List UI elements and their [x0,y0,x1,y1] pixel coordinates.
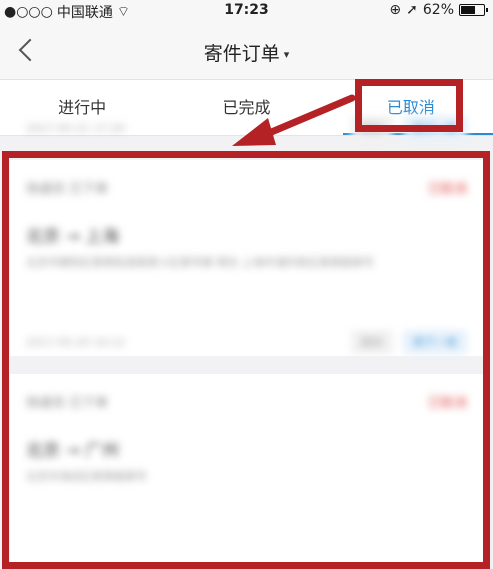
page-title: 寄件订单 [203,43,280,65]
delete-button[interactable]: 删除 [351,330,393,354]
status-badge: 已取消 [427,395,467,411]
battery-fill [461,6,475,14]
order-address: 北京市海淀区某某路某号 [26,470,147,483]
nav-bar: 寄件订单 ▾ [0,22,493,80]
card-header: 快递员 已下单 已取消 [26,176,467,198]
order-card[interactable]: 快递员 已下单 已取消 北京 → 广州 北京市海淀区某某路某号 2017-05-… [10,330,483,569]
caret-down-icon: ▾ [283,48,290,61]
card-footer: 2017-05-20 10:12 删除 再下一单 [26,330,467,354]
order-time: 2017-05-20 10:12 [26,335,126,349]
order-time: 2017-05-21 17:20 [26,121,126,135]
reorder-button[interactable]: 再下一单 [403,116,467,140]
rotation-lock-icon: ⊕ [389,2,402,18]
order-address: 北京市朝阳区某某街道某某小区某号楼 寄往 上海市浦东新区某某路某号 [26,256,374,269]
courier-info: 快递员 已下单 [26,181,109,197]
location-icon: ➚ [406,2,418,18]
tab-label: 已完成 [222,98,271,117]
page-title-dropdown[interactable]: 寄件订单 ▾ [0,39,493,66]
status-bar: ●○○○ 中国联通 ⌔ 17:23 ⊕ ➚ 62% [0,0,493,22]
courier-info: 快递员 已下单 [26,395,109,411]
order-route: 北京 → 广州 [26,441,120,461]
order-card[interactable]: 快递员 已下单 已取消 北京 → 上海 北京市朝阳区某某街道某某小区某号楼 寄往… [10,116,483,356]
card-footer: 2017-05-21 17:20 删除 再下一单 [26,116,467,140]
status-right: ⊕ ➚ 62% [389,2,488,18]
delete-button[interactable]: 删除 [351,116,393,140]
battery-percent: 62% [422,2,454,18]
card-header: 快递员 已下单 已取消 [26,390,467,412]
order-route: 北京 → 上海 [26,227,120,247]
reorder-button[interactable]: 再下一单 [403,330,467,354]
battery-icon [459,4,488,16]
tab-label: 已取消 [386,98,435,117]
status-badge: 已取消 [427,181,467,197]
tab-label: 进行中 [58,98,107,117]
